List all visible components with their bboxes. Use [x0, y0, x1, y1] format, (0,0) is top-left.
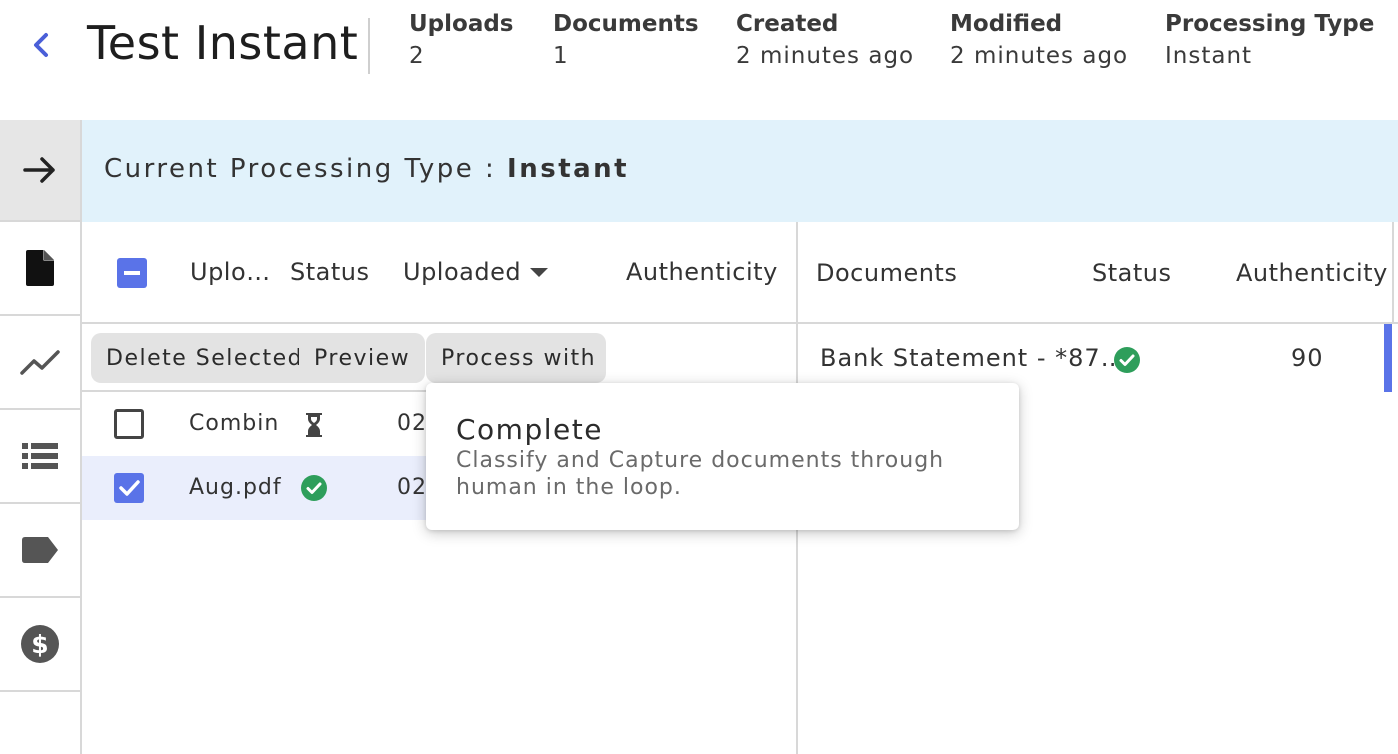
check-circle-icon	[301, 475, 327, 501]
checkmark-icon	[119, 480, 140, 496]
column-header-authenticity[interactable]: Authenticity	[1236, 259, 1388, 287]
rail-item-folders[interactable]	[0, 692, 80, 754]
meta-label: Processing Type	[1165, 11, 1375, 37]
banner-value: Instant	[507, 154, 630, 184]
uploads-toolbar: Delete Selected Preview Process with	[82, 324, 798, 392]
row-checkbox[interactable]	[114, 473, 144, 503]
upload-name: Combin	[189, 411, 280, 436]
rail-item-labels[interactable]	[0, 504, 80, 598]
uploaded-date: 02	[397, 475, 427, 500]
header: Test Instant Uploads 2 Documents 1 Creat…	[0, 0, 1398, 120]
process-with-button[interactable]: Process with	[426, 333, 606, 383]
meta-label: Uploads	[409, 11, 514, 37]
uploaded-date: 02	[397, 411, 427, 436]
documents-table-header: Documents Status Authenticity	[798, 222, 1398, 324]
column-divider	[1392, 222, 1398, 324]
banner-label: Current Processing Type :	[104, 154, 508, 184]
meta-value: Instant	[1165, 43, 1253, 69]
process-option-title[interactable]: Complete	[456, 413, 603, 446]
meta-label: Modified	[950, 11, 1063, 37]
processing-type-banner: Current Processing Type : Instant	[82, 120, 1398, 222]
rail-item-documents[interactable]	[0, 222, 80, 316]
select-all-checkbox[interactable]	[117, 258, 147, 288]
rail-item-list[interactable]	[0, 410, 80, 504]
back-button[interactable]	[24, 28, 58, 62]
label-icon	[22, 537, 58, 563]
meta-label: Documents	[553, 11, 699, 37]
rail-item-analytics[interactable]	[0, 316, 80, 410]
uploads-table-header: Uplo… Status Uploaded Authenticity	[82, 222, 798, 324]
meta-value: 2	[409, 43, 425, 69]
meta-uploads: Uploads 2	[409, 9, 514, 73]
row-checkbox[interactable]	[114, 409, 144, 439]
arrow-right-icon	[23, 157, 55, 183]
rail-item-billing[interactable]: $	[0, 598, 80, 692]
trending-icon	[20, 350, 60, 375]
column-header-status[interactable]: Status	[290, 258, 369, 286]
meta-documents: Documents 1	[553, 9, 699, 73]
document-icon	[26, 250, 54, 286]
document-authenticity: 90	[1291, 344, 1324, 372]
sort-caret-icon[interactable]	[530, 268, 548, 277]
column-header-documents[interactable]: Documents	[816, 259, 957, 287]
meta-modified: Modified 2 minutes ago	[950, 9, 1128, 73]
page-title: Test Instant	[87, 16, 359, 70]
meta-processing-type: Processing Type Instant	[1165, 9, 1374, 73]
hourglass-icon	[306, 413, 322, 437]
upload-name: Aug.pdf	[189, 475, 282, 500]
delete-selected-button[interactable]: Delete Selected	[91, 333, 319, 383]
rail-item-expand[interactable]	[0, 120, 80, 222]
column-header-upload[interactable]: Uplo…	[190, 258, 271, 286]
svg-text:$: $	[31, 630, 48, 659]
meta-value: 2 minutes ago	[950, 43, 1129, 69]
meta-label: Created	[736, 11, 839, 37]
meta-created: Created 2 minutes ago	[736, 9, 914, 73]
preview-button[interactable]: Preview	[299, 333, 426, 383]
side-rail: $	[0, 120, 82, 754]
column-header-authenticity[interactable]: Authenticity	[626, 258, 778, 286]
meta-value: 2 minutes ago	[736, 43, 915, 69]
check-circle-icon	[1114, 347, 1140, 373]
dollar-icon: $	[21, 625, 59, 663]
column-header-status[interactable]: Status	[1092, 259, 1171, 287]
meta-value: 1	[553, 43, 569, 69]
banner-text: Current Processing Type : Instant	[104, 154, 629, 184]
header-divider	[368, 18, 370, 74]
table-row[interactable]: Bank Statement - *87… 90	[798, 324, 1398, 392]
process-option-description: Classify and Capture documents through h…	[456, 448, 945, 500]
list-icon	[22, 443, 58, 469]
document-name: Bank Statement - *87…	[820, 344, 1126, 372]
row-selection-indicator	[1384, 324, 1392, 392]
process-option-menu[interactable]: Complete Classify and Capture documents …	[426, 383, 1019, 530]
column-header-uploaded[interactable]: Uploaded	[403, 258, 521, 286]
chevron-left-icon	[34, 33, 48, 57]
folder-icon	[22, 749, 58, 754]
